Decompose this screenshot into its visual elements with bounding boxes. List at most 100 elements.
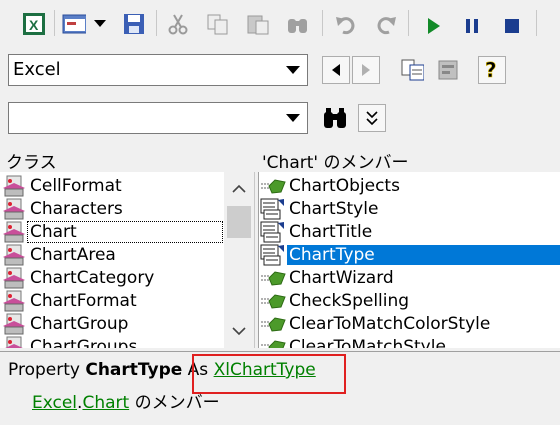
library-combo[interactable]: Excel: [8, 54, 308, 86]
member-item[interactable]: CheckSpelling: [259, 289, 560, 312]
toggle-search-results-button[interactable]: [358, 104, 386, 132]
class-item-label: CellFormat: [30, 175, 122, 196]
members-header: 'Chart' のメンバー: [262, 153, 409, 173]
class-item[interactable]: Characters: [0, 197, 222, 220]
chevron-down-icon: [232, 327, 246, 336]
members-list[interactable]: ChartObjects ChartStyle ChartTitle ChartTyp…: [258, 172, 560, 348]
member-item-label: ChartWizard: [289, 267, 394, 288]
stop-icon[interactable]: [500, 14, 524, 38]
class-icon: [0, 267, 28, 289]
classes-header: クラス: [6, 153, 57, 173]
double-chevron-down-icon: [366, 111, 378, 126]
chevron-right-icon: [362, 64, 370, 76]
class-item-label: Characters: [30, 198, 123, 219]
toolbar-separator: [536, 10, 537, 36]
save-icon[interactable]: [122, 12, 146, 36]
class-item[interactable]: ChartGroups: [0, 335, 222, 348]
class-icon: [0, 244, 28, 266]
chevron-up-icon: [232, 184, 246, 193]
chevron-down-icon[interactable]: [281, 57, 305, 83]
class-item-label: Chart: [27, 220, 223, 243]
library-combo-value: Excel: [13, 59, 61, 80]
member-item[interactable]: ClearToMatchStyle: [259, 335, 560, 348]
search-binoculars-icon[interactable]: [322, 106, 346, 130]
class-item-label: ChartFormat: [30, 290, 137, 311]
help-button[interactable]: ?: [478, 56, 506, 84]
divider: [0, 351, 560, 352]
class-icon: [0, 313, 28, 335]
member-item[interactable]: ChartTitle: [259, 220, 560, 243]
method-icon: [259, 175, 287, 197]
undo-icon[interactable]: [334, 12, 358, 36]
class-item[interactable]: ChartArea: [0, 243, 222, 266]
help-icon: ?: [485, 59, 497, 81]
toolbar-separator: [54, 10, 55, 36]
member-item[interactable]: ChartStyle: [259, 197, 560, 220]
class-item[interactable]: ChartCategory: [0, 266, 222, 289]
member-item-label: ChartStyle: [289, 198, 379, 219]
class-item[interactable]: Chart: [0, 220, 223, 243]
chevron-down-icon[interactable]: [281, 105, 305, 131]
member-item-label: ChartObjects: [289, 175, 400, 196]
scroll-thumb[interactable]: [227, 206, 251, 238]
details-membership: Excel.Chart のメンバー: [32, 388, 220, 413]
property-icon: [259, 244, 287, 266]
member-item[interactable]: ChartObjects: [259, 174, 560, 197]
method-icon: [259, 336, 287, 348]
class-icon: [0, 175, 28, 197]
class-item-label: ChartGroup: [30, 313, 129, 334]
member-item-label: ClearToMatchColorStyle: [289, 313, 491, 334]
member-item-label: ClearToMatchStyle: [289, 336, 446, 349]
member-item[interactable]: ClearToMatchColorStyle: [259, 312, 560, 335]
class-icon: [0, 221, 28, 243]
method-icon: [259, 267, 287, 289]
find-icon[interactable]: [286, 12, 310, 36]
pause-icon[interactable]: [460, 14, 484, 38]
class-item-label: ChartCategory: [30, 267, 155, 288]
toolbar-separator: [322, 10, 323, 36]
method-icon: [259, 290, 287, 312]
previous-button[interactable]: [322, 56, 350, 84]
class-item[interactable]: CellFormat: [0, 174, 222, 197]
redo-icon[interactable]: [374, 12, 398, 36]
member-item[interactable]: ChartType: [259, 243, 560, 266]
class-item[interactable]: ChartFormat: [0, 289, 222, 312]
library-link[interactable]: Excel: [32, 393, 77, 413]
toolbar-separator: [156, 10, 157, 36]
svg-text:?: ?: [485, 59, 497, 81]
copy-icon[interactable]: [206, 12, 230, 36]
class-icon: [0, 198, 28, 220]
class-item-label: ChartArea: [30, 244, 116, 265]
member-item-label: CheckSpelling: [289, 290, 410, 311]
next-button[interactable]: [352, 56, 380, 84]
cut-icon[interactable]: [166, 12, 190, 36]
search-combo[interactable]: [8, 102, 308, 134]
class-item-label: ChartGroups: [30, 336, 138, 349]
property-icon: [259, 198, 287, 220]
svg-text:X: X: [29, 17, 39, 33]
run-icon[interactable]: [422, 14, 446, 38]
excel-icon[interactable]: X: [22, 12, 46, 36]
details-member-of: のメンバー: [134, 393, 220, 413]
view-definition-icon[interactable]: [436, 58, 460, 82]
dropdown-arrow-icon[interactable]: [92, 12, 108, 36]
class-icon: [0, 290, 28, 312]
details-kind: Property: [8, 360, 80, 380]
class-icon: [0, 336, 28, 348]
member-item-label: ChartTitle: [289, 221, 373, 242]
toolbar: X: [0, 0, 560, 46]
details-pane: Property ChartType As XlChartType Excel.…: [0, 351, 560, 425]
method-icon: [259, 313, 287, 335]
chevron-left-icon: [332, 64, 340, 76]
toolbar-separator: [408, 10, 409, 36]
copy-to-clipboard-icon[interactable]: [400, 58, 424, 82]
paste-icon[interactable]: [246, 12, 270, 36]
userform-icon[interactable]: [62, 12, 86, 36]
classes-list[interactable]: CellFormat Characters Chart ChartArea ChartC…: [0, 172, 255, 348]
details-member-name: ChartType: [85, 360, 183, 380]
class-item[interactable]: ChartGroup: [0, 312, 222, 335]
classes-scrollbar[interactable]: [224, 172, 254, 348]
class-link[interactable]: Chart: [82, 393, 129, 413]
member-item-label: ChartType: [287, 244, 560, 265]
member-item[interactable]: ChartWizard: [259, 266, 560, 289]
